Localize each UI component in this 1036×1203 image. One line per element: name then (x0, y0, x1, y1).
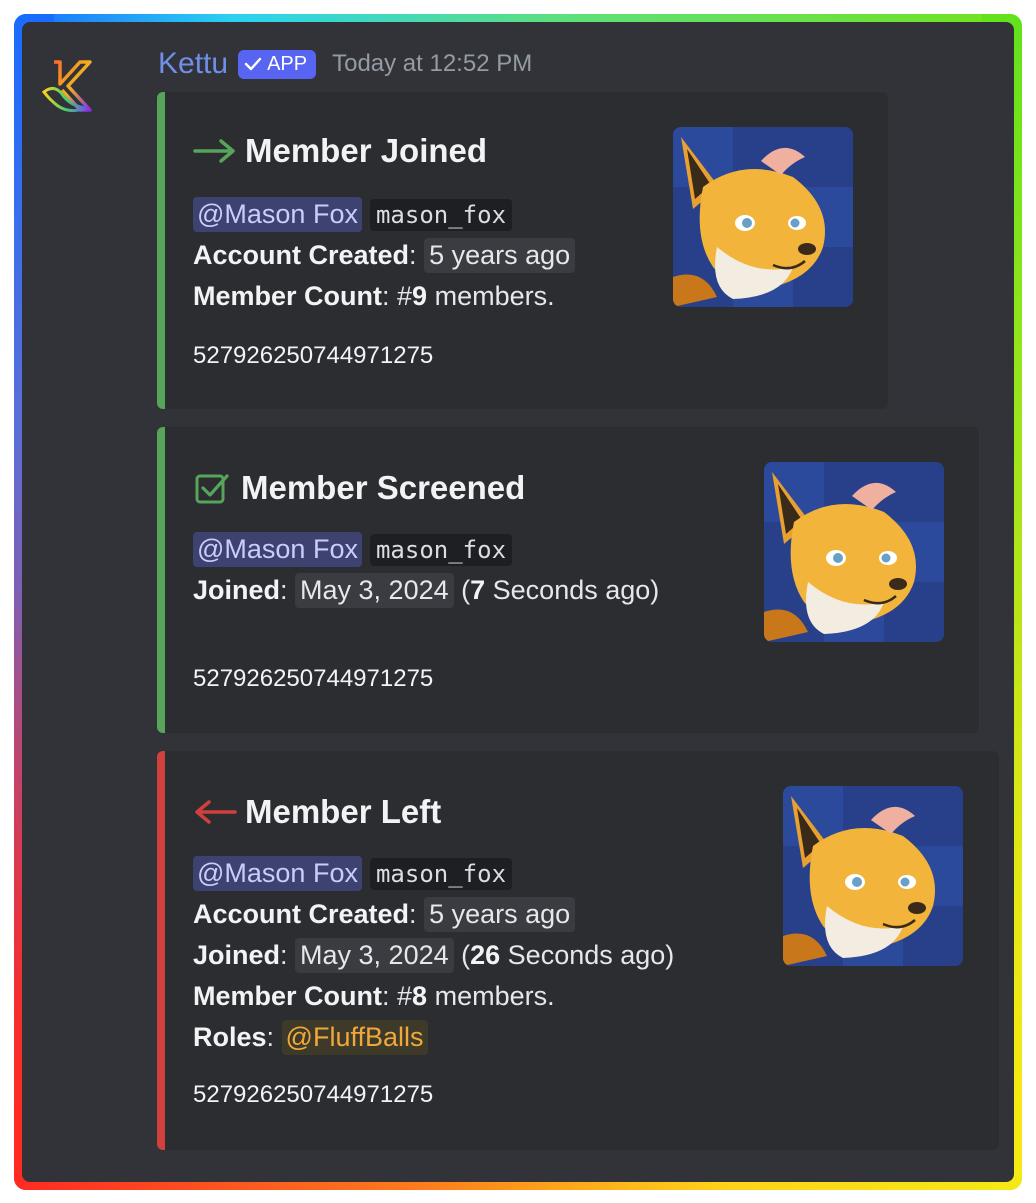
account-created-value[interactable]: 5 years ago (424, 897, 576, 932)
embed-body: @Mason Fox mason_fox Account Created: 5 y… (193, 194, 576, 317)
member-count-label: Member Count (193, 981, 382, 1011)
embed-body: @Mason Fox mason_fox Account Created: 5 y… (193, 853, 674, 1058)
member-count-number: 8 (412, 981, 428, 1011)
colon: : (266, 1022, 282, 1052)
verified-check-icon (244, 57, 262, 71)
username-code: mason_fox (369, 198, 513, 231)
user-mention[interactable]: @Mason Fox (193, 856, 362, 891)
joined-ago-number: 26 (470, 940, 501, 970)
message-timestamp[interactable]: Today at 12:52 PM (332, 50, 532, 78)
colon: : (409, 240, 425, 270)
joined-date[interactable]: May 3, 2024 (295, 573, 454, 608)
colon: : (382, 281, 398, 311)
paren-open: ( (453, 575, 471, 605)
roles-label: Roles (193, 1022, 267, 1052)
embed-body: @Mason Fox mason_fox Joined: May 3, 2024 … (193, 529, 659, 611)
member-avatar-thumbnail[interactable] (673, 127, 853, 307)
account-created-label: Account Created (193, 240, 410, 270)
member-count-number: 9 (412, 281, 428, 311)
embed-member-screened: Member Screened @Mason Fox mason_fox Join… (157, 427, 979, 733)
bot-name[interactable]: Kettu (158, 47, 228, 81)
embed-title-text: Member Screened (241, 469, 526, 506)
member-count-prefix: # (397, 981, 413, 1011)
user-mention[interactable]: @Mason Fox (193, 532, 362, 567)
kettu-logo-avatar[interactable] (40, 56, 100, 116)
colon: : (280, 940, 296, 970)
embed-title: Member Screened (193, 469, 525, 507)
embed-title: Member Left (193, 793, 441, 831)
joined-label: Joined (193, 575, 281, 605)
embed-member-joined: Member Joined @Mason Fox mason_fox Accoun… (157, 92, 888, 409)
embed-footer-id: 527926250744971275 (193, 342, 434, 369)
username-code: mason_fox (369, 857, 513, 890)
joined-ago-suffix: Seconds ago) (500, 940, 675, 970)
joined-ago-suffix: Seconds ago) (485, 575, 660, 605)
member-count-label: Member Count (193, 281, 382, 311)
message-header: Kettu APP Today at 12:52 PM (158, 44, 532, 84)
colon: : (409, 899, 425, 929)
member-count-prefix: # (397, 281, 413, 311)
embed-title-text: Member Joined (245, 132, 488, 169)
paren-open: ( (453, 940, 471, 970)
role-mention[interactable]: @FluffBalls (281, 1020, 428, 1055)
member-count-suffix: members. (427, 981, 555, 1011)
joined-label: Joined (193, 940, 281, 970)
embed-footer-id: 527926250744971275 (193, 665, 434, 692)
message-panel: Kettu APP Today at 12:52 PM Member Joine… (22, 22, 1014, 1182)
account-created-value[interactable]: 5 years ago (424, 238, 576, 273)
fox-avatar-image (673, 127, 853, 307)
fox-avatar-image (764, 462, 944, 642)
embed-member-left: Member Left @Mason Fox mason_fox Account … (157, 751, 999, 1150)
embed-title: Member Joined (193, 132, 487, 170)
embed-footer-id: 527926250744971275 (193, 1081, 434, 1108)
arrow-left-icon (195, 800, 237, 824)
member-count-suffix: members. (427, 281, 555, 311)
user-mention[interactable]: @Mason Fox (193, 197, 362, 232)
checkbox-icon (195, 474, 229, 504)
app-badge: APP (238, 49, 317, 79)
colon: : (382, 981, 398, 1011)
colon: : (280, 575, 296, 605)
arrow-right-icon (193, 139, 235, 163)
joined-ago-number: 7 (470, 575, 486, 605)
account-created-label: Account Created (193, 899, 410, 929)
fox-avatar-image (783, 786, 963, 966)
embed-title-text: Member Left (245, 793, 442, 830)
member-avatar-thumbnail[interactable] (764, 462, 944, 642)
member-avatar-thumbnail[interactable] (783, 786, 963, 966)
app-badge-label: APP (267, 52, 308, 75)
username-code: mason_fox (369, 533, 513, 566)
joined-date[interactable]: May 3, 2024 (295, 938, 454, 973)
